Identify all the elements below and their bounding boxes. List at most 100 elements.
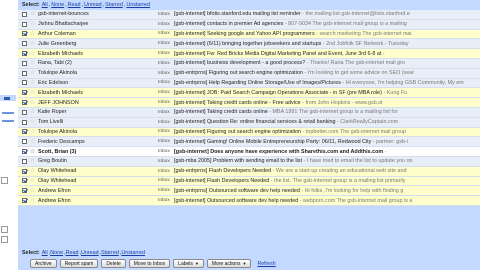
email-row[interactable]: ☆ JEFF JOHNSON Inbox [gsb-internet] Taking … <box>18 98 480 108</box>
select-unread-link[interactable]: Unread <box>84 2 102 8</box>
email-snippet: - Hi everyone, I'm helping GSB Community… <box>342 79 464 86</box>
select-label: Select: <box>22 2 40 8</box>
inbox-label: Inbox <box>158 178 170 184</box>
email-row[interactable]: ☆ Greg Boutin Inbox [gsb-mba 2005] Problem … <box>18 156 480 167</box>
select-unread-link[interactable]: Unread <box>81 250 99 256</box>
email-subject-line: [gsb-internet] Seeking google and Yahoo … <box>174 31 480 37</box>
email-row[interactable]: ☆ Rana, Tabi (2) Inbox [gsb-internet] busin… <box>18 58 480 69</box>
email-row[interactable]: ☆ Tolulope Akinola Inbox [gsb-internet] Fig… <box>18 127 480 138</box>
email-row[interactable]: ☆ Elizabeth Michaels Inbox [gsb-internet] J… <box>18 88 480 99</box>
nav-chat-box[interactable] <box>1 177 8 184</box>
email-subject-line: [gsb-internet] Does anyone have experien… <box>174 149 480 155</box>
report-spam-button[interactable]: Report spam <box>59 259 99 268</box>
nav-chat-box[interactable] <box>1 236 8 243</box>
email-row[interactable]: ☆ Olay Whitehead Inbox [gsb-entrprns] Flash… <box>18 166 480 177</box>
select-none-link[interactable]: None <box>51 2 64 8</box>
row-checkbox[interactable] <box>22 139 27 145</box>
email-sender: Greg Boutin <box>38 158 67 165</box>
email-subject-line: [gsb-internet] (6/11) bringing together … <box>174 41 480 47</box>
email-row[interactable]: ☆ Elizabeth Michaels Inbox [gsb-internet] F… <box>18 49 480 59</box>
email-row[interactable]: ☆ Tolulope Akinola Inbox [gsb-entrprns] Fig… <box>18 68 480 79</box>
archive-button[interactable]: Archive <box>30 259 57 268</box>
select-starred-link[interactable]: Starred <box>101 250 119 256</box>
move-to-inbox-button[interactable]: Move to Inbox <box>128 259 171 268</box>
email-row[interactable]: ☆ Jishnu Bhattacharjee Inbox [gsb-internet]… <box>18 19 480 30</box>
email-row[interactable]: ☆ Eric Edelson Inbox [gsb-entrprns] Help Re… <box>18 78 480 89</box>
email-list: ☆ gsb-internet-bounces Inbox [gsb-internet]… <box>18 10 480 206</box>
email-sender: Rana, Tabi (2) <box>38 60 72 67</box>
email-snippet: - partner: gsb-i <box>372 138 408 145</box>
email-subject-line: [gsb-internet] Fw: Red Bricks Media Digi… <box>174 51 480 57</box>
email-row[interactable]: ☆ gsb-internet-bounces Inbox [gsb-internet]… <box>18 10 480 20</box>
row-checkbox[interactable] <box>22 168 27 174</box>
email-sender: JEFF JOHNSON <box>38 99 79 106</box>
email-subject-line: [gsb-internet] Figuring out search engin… <box>174 129 480 135</box>
email-subject-line: [gsb-internet] Outsourced software dev h… <box>174 198 480 204</box>
inbox-label: Inbox <box>158 21 170 27</box>
inbox-label: Inbox <box>158 31 170 37</box>
select-all-link[interactable]: All <box>42 2 48 8</box>
action-bar: Archive Report spam Delete Move to Inbox… <box>18 257 480 270</box>
row-checkbox[interactable] <box>22 158 27 164</box>
nav-link[interactable] <box>2 112 14 114</box>
inbox-label: Inbox <box>158 109 170 115</box>
email-row[interactable]: ☆ Tom Livelli Inbox [gsb-internet] Question… <box>18 117 480 128</box>
email-subject-line: [gsb-entrprns] Help Regarding Online Sto… <box>174 80 480 86</box>
email-subject-line: [gsb-internet] bfotis.stanford.edu maili… <box>174 11 480 17</box>
email-sender: Olay Whitehead <box>38 177 77 184</box>
inbox-label: Inbox <box>158 41 170 47</box>
select-bar-bottom: Select: All, None, Read, Unread, Starred… <box>18 249 480 257</box>
nav-link[interactable] <box>2 120 14 122</box>
row-checkbox[interactable] <box>22 41 27 47</box>
inbox-label: Inbox <box>158 11 170 17</box>
row-checkbox[interactable] <box>22 149 27 155</box>
refresh-link[interactable]: Refresh <box>257 261 275 267</box>
row-checkbox[interactable] <box>22 60 27 66</box>
select-starred-link[interactable]: Starred <box>105 2 123 8</box>
row-checkbox[interactable] <box>22 178 27 184</box>
row-checkbox[interactable] <box>22 80 27 86</box>
select-all-link[interactable]: All <box>42 250 48 256</box>
row-checkbox[interactable] <box>22 188 27 194</box>
labels-dropdown[interactable]: Labels ▼ <box>173 259 204 268</box>
chevron-down-icon: ▼ <box>242 261 247 266</box>
more-actions-dropdown[interactable]: More actions ▼ <box>206 259 252 268</box>
row-checkbox[interactable] <box>22 70 27 76</box>
email-row[interactable]: ☆ Julie Greenberg Inbox [gsb-internet] (6/1… <box>18 39 480 50</box>
select-read-link[interactable]: Read <box>68 2 81 8</box>
delete-button[interactable]: Delete <box>101 259 126 268</box>
email-row[interactable]: ☆ Frederic Descamps Inbox [gsb-internet] Ga… <box>18 137 480 148</box>
email-sender: Katie Roper <box>38 109 67 116</box>
email-subject-line: [gsb-internet] JOB: Paid Search Campaign… <box>174 90 480 96</box>
email-row[interactable]: ☆ Arthur Coleman Inbox [gsb-internet] Seeki… <box>18 29 480 40</box>
select-read-link[interactable]: Read <box>66 250 79 256</box>
nav-chat-box[interactable] <box>1 226 8 233</box>
email-subject-line: [gsb-internet] Gaming! Online Mobile Ent… <box>174 139 480 145</box>
email-sender: Elizabeth Michaels <box>38 50 83 57</box>
row-checkbox[interactable] <box>22 51 27 57</box>
email-sender: Frederic Descamps <box>38 138 85 145</box>
email-row[interactable]: ☆ Andrew Efron Inbox [gsb-internet] Outsour… <box>18 196 480 206</box>
email-row[interactable]: ☆ Olay Whitehead Inbox [gsb-internet] Flash… <box>18 176 480 187</box>
email-subject-line: [gsb-internet] Question Re: online finan… <box>174 119 480 125</box>
email-sender: Olay Whitehead <box>38 168 77 175</box>
row-checkbox[interactable] <box>22 31 27 37</box>
chevron-down-icon: ▼ <box>194 261 199 266</box>
email-snippet: - 2nd Jobfolk SF Network - Tuesday <box>322 40 409 47</box>
email-snippet: - search marketing The gsb-internet mai <box>316 30 412 37</box>
row-checkbox[interactable] <box>22 100 27 106</box>
row-checkbox[interactable] <box>22 11 27 17</box>
email-row[interactable]: ☆ Andrew Efron Inbox [gsb-entrprns] Outsour… <box>18 186 480 197</box>
select-unstarred-link[interactable]: Unstarred <box>121 250 145 256</box>
select-unstarred-link[interactable]: Unstarred <box>126 2 150 8</box>
row-checkbox[interactable] <box>22 129 27 135</box>
email-row[interactable]: ☆ Katie Roper Inbox [gsb-internet] Taking c… <box>18 107 480 118</box>
row-checkbox[interactable] <box>22 198 27 204</box>
email-row[interactable]: ☆ Scott, Brian (3) Inbox [gsb-internet] Doe… <box>18 147 480 157</box>
row-checkbox[interactable] <box>22 109 27 115</box>
row-checkbox[interactable] <box>22 90 27 96</box>
select-none-link[interactable]: None <box>50 250 63 256</box>
row-checkbox[interactable] <box>22 21 27 27</box>
email-snippet: - <box>384 148 387 155</box>
row-checkbox[interactable] <box>22 119 27 125</box>
